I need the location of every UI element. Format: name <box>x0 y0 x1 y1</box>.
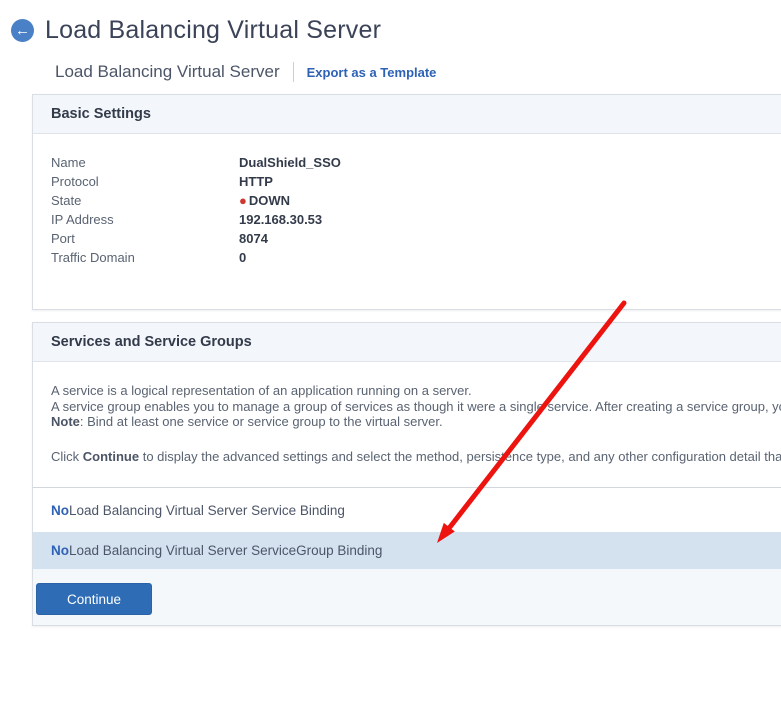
export-as-template-link[interactable]: Export as a Template <box>307 65 437 80</box>
binding-label: Load Balancing Virtual Server Service Bi… <box>69 503 345 518</box>
field-label: State <box>51 191 239 210</box>
state-down-dot-icon: ● <box>239 194 247 207</box>
field-row-name: Name DualShield_SSO <box>51 153 781 172</box>
services-description: A service is a logical representation of… <box>33 362 781 464</box>
click-pre: Click <box>51 449 83 464</box>
field-value: 8074 <box>239 229 268 248</box>
field-value: 0 <box>239 248 246 267</box>
field-row-ip-address: IP Address 192.168.30.53 <box>51 210 781 229</box>
click-rest: to display the advanced settings and sel… <box>139 449 781 464</box>
continue-button[interactable]: Continue <box>36 583 152 615</box>
service-description-line-1: A service is a logical representation of… <box>51 383 781 399</box>
field-row-protocol: Protocol HTTP <box>51 172 781 191</box>
field-label: IP Address <box>51 210 239 229</box>
field-row-state: State ●DOWN <box>51 191 781 210</box>
service-binding-row[interactable]: No Load Balancing Virtual Server Service… <box>33 488 781 532</box>
service-description-line-2: A service group enables you to manage a … <box>51 399 781 415</box>
note-label: Note <box>51 414 80 429</box>
no-count-label: No <box>51 543 69 558</box>
click-continue-word: Continue <box>83 449 139 464</box>
basic-settings-header: Basic Settings <box>33 95 781 134</box>
field-label: Port <box>51 229 239 248</box>
back-button[interactable]: ← <box>11 19 34 42</box>
status-badge: ●DOWN <box>239 191 290 210</box>
tab-load-balancing-virtual-server[interactable]: Load Balancing Virtual Server <box>55 62 280 82</box>
no-count-label: No <box>51 503 69 518</box>
field-label: Traffic Domain <box>51 248 239 267</box>
field-row-port: Port 8074 <box>51 229 781 248</box>
basic-settings-fields: Name DualShield_SSO Protocol HTTP State … <box>33 134 781 309</box>
field-value: HTTP <box>239 172 273 191</box>
subnav: Load Balancing Virtual Server Export as … <box>55 61 781 83</box>
page-title: Load Balancing Virtual Server <box>45 16 381 45</box>
services-panel-header: Services and Service Groups <box>33 323 781 362</box>
field-row-traffic-domain: Traffic Domain 0 <box>51 248 781 267</box>
field-value: 192.168.30.53 <box>239 210 322 229</box>
services-panel-footer: Continue <box>33 569 781 625</box>
note-text: : Bind at least one service or service g… <box>80 414 443 429</box>
field-label: Name <box>51 153 239 172</box>
field-value: DualShield_SSO <box>239 153 341 172</box>
back-arrow-icon: ← <box>15 23 30 38</box>
basic-settings-panel: Basic Settings Name DualShield_SSO Proto… <box>32 94 781 310</box>
binding-label: Load Balancing Virtual Server ServiceGro… <box>69 543 382 558</box>
servicegroup-binding-row[interactable]: No Load Balancing Virtual Server Service… <box>33 532 781 569</box>
services-panel: Services and Service Groups A service is… <box>32 322 781 626</box>
click-continue-line: Click Continue to display the advanced s… <box>51 449 781 465</box>
field-label: Protocol <box>51 172 239 191</box>
subnav-divider <box>293 62 294 82</box>
service-note-line: Note: Bind at least one service or servi… <box>51 414 781 430</box>
state-value: DOWN <box>249 191 290 210</box>
page-header: ← Load Balancing Virtual Server <box>0 0 781 45</box>
